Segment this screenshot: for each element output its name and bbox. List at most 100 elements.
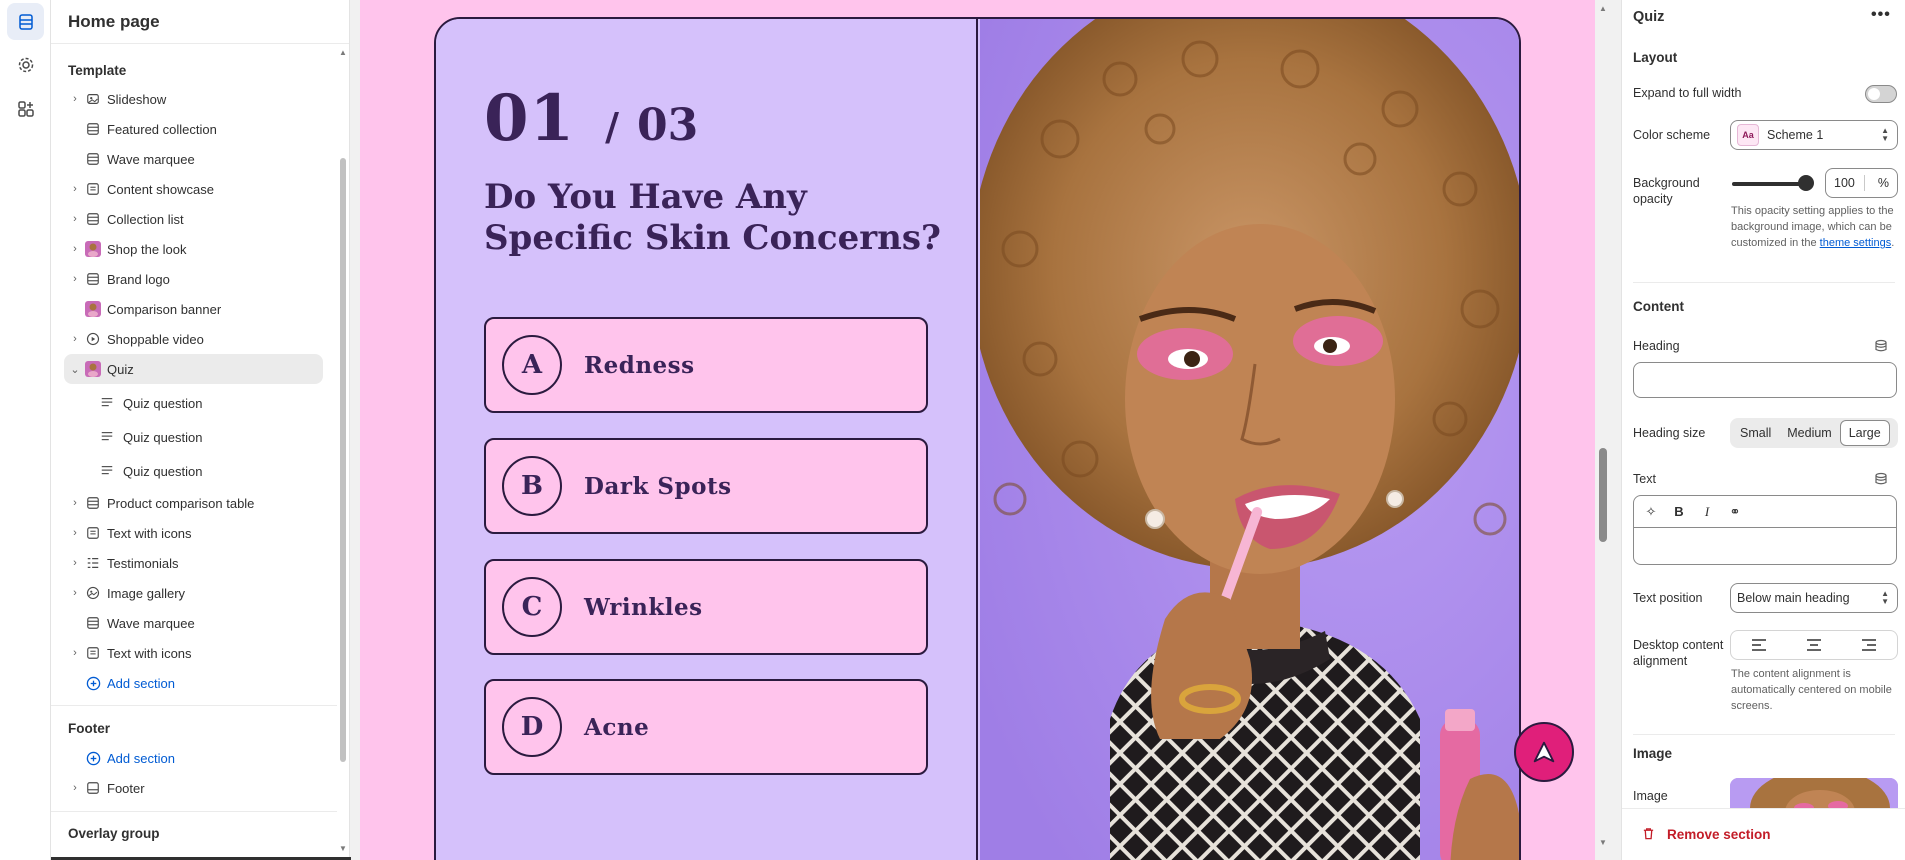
sidebar-item-product-comparison-table[interactable]: › Product comparison table <box>64 488 323 518</box>
expand-full-width-toggle[interactable] <box>1865 85 1897 103</box>
text-lines-icon <box>99 429 115 445</box>
sidebar-item-quiz-question[interactable]: Quiz question <box>81 456 323 486</box>
more-options-icon[interactable]: ••• <box>1871 6 1891 24</box>
sidebar-item-label: Testimonials <box>107 555 179 571</box>
color-scheme-select[interactable]: Aa Scheme 1 ▲ ▼ <box>1730 120 1898 150</box>
align-center-icon[interactable] <box>1786 631 1841 659</box>
section-settings-panel: Quiz ••• Layout Expand to full width Col… <box>1621 0 1905 860</box>
heading-size-large[interactable]: Large <box>1839 420 1890 446</box>
chevron-right-icon[interactable]: › <box>69 93 81 105</box>
sidebar-item-slideshow[interactable]: › Slideshow <box>64 84 323 114</box>
image-picker-thumbnail[interactable] <box>1730 778 1898 812</box>
chevron-right-icon[interactable]: › <box>69 527 81 539</box>
toggle-knob <box>1868 88 1880 100</box>
heading-size-label: Heading size <box>1633 426 1706 440</box>
sidebar-item-comparison-banner[interactable]: Comparison banner <box>64 294 323 324</box>
theme-settings-link[interactable]: theme settings <box>1820 237 1892 249</box>
dynamic-source-icon[interactable] <box>1874 339 1888 353</box>
play-icon <box>85 331 101 347</box>
chevron-right-icon[interactable]: › <box>69 333 81 345</box>
layout-icon <box>85 211 101 227</box>
sidebar-item-quiz[interactable]: ⌄ Quiz <box>64 354 323 384</box>
scroll-to-top-button[interactable] <box>1514 722 1574 782</box>
sidebar-item-brand-logo[interactable]: › Brand logo <box>64 264 323 294</box>
bg-opacity-value: 100 <box>1834 176 1855 190</box>
chevron-right-icon[interactable]: › <box>69 557 81 569</box>
chevron-right-icon[interactable]: › <box>69 273 81 285</box>
chevron-right-icon[interactable]: › <box>69 782 81 794</box>
footer-add-section-button[interactable]: Add section <box>64 743 323 773</box>
answer-option[interactable]: C Wrinkles <box>484 559 928 655</box>
sidebar-item-quiz-question[interactable]: Quiz question <box>81 388 323 418</box>
scroll-down-icon[interactable]: ▼ <box>339 844 347 853</box>
sidebar-item-testimonials[interactable]: › Testimonials <box>64 548 323 578</box>
preview-scroll-thumb[interactable] <box>1599 448 1607 542</box>
align-right-icon[interactable] <box>1842 631 1897 659</box>
sidebar-scroll-thumb[interactable] <box>340 158 346 762</box>
sidebar-item-footer[interactable]: › Footer <box>64 773 323 803</box>
color-scheme-label: Color scheme <box>1633 128 1711 142</box>
remove-section-label: Remove section <box>1667 827 1771 842</box>
sidebar-item-shop-the-look[interactable]: › Shop the look <box>64 234 323 264</box>
chevron-right-icon[interactable]: › <box>69 243 81 255</box>
sidebar-item-wave-marquee[interactable]: Wave marquee <box>64 608 323 638</box>
answer-option[interactable]: B Dark Spots <box>484 438 928 534</box>
select-arrows-icon: ▲ ▼ <box>1881 126 1889 143</box>
alignment-help: The content alignment is automatically c… <box>1731 668 1892 712</box>
heading-size-small[interactable]: Small <box>1732 420 1779 446</box>
bg-opacity-slider-handle[interactable] <box>1798 175 1814 191</box>
italic-icon[interactable]: I <box>1698 504 1716 520</box>
text-rich-editor[interactable]: ✧ B I ⚭ <box>1633 495 1897 565</box>
magic-icon[interactable]: ✧ <box>1642 504 1660 520</box>
add-section-button[interactable]: Add section <box>64 668 323 698</box>
answer-label: Acne <box>584 713 650 741</box>
sidebar-item-content-showcase[interactable]: › Content showcase <box>64 174 323 204</box>
footer-layout-icon <box>85 780 101 796</box>
bg-opacity-input[interactable]: 100 % <box>1825 168 1898 198</box>
sidebar-item-label: Featured collection <box>107 121 217 137</box>
sidebar-scrollbar[interactable]: ▲ ▼ <box>337 44 349 860</box>
scroll-up-icon[interactable]: ▲ <box>1599 4 1607 13</box>
heading-size-medium[interactable]: Medium <box>1779 420 1839 446</box>
sidebar-item-shoppable-video[interactable]: › Shoppable video <box>64 324 323 354</box>
sidebar-item-quiz-question[interactable]: Quiz question <box>81 422 323 452</box>
align-left-icon[interactable] <box>1731 631 1786 659</box>
sidebar-item-featured-collection[interactable]: Featured collection <box>64 114 323 144</box>
remove-section-button[interactable]: Remove section <box>1622 808 1905 860</box>
chevron-down-icon[interactable]: ⌄ <box>69 363 81 376</box>
link-icon[interactable]: ⚭ <box>1726 504 1744 520</box>
preview-scrollbar[interactable]: ▲ ▼ <box>1595 0 1611 860</box>
sidebar-item-text-with-icons[interactable]: › Text with icons <box>64 638 323 668</box>
chevron-right-icon[interactable]: › <box>69 497 81 509</box>
text-position-select[interactable]: Below main heading ▲ ▼ <box>1730 583 1898 613</box>
layout-icon <box>85 495 101 511</box>
answer-option[interactable]: A Redness <box>484 317 928 413</box>
answer-option[interactable]: D Acne <box>484 679 928 775</box>
divider <box>1633 734 1895 735</box>
scroll-up-icon[interactable]: ▲ <box>339 48 347 57</box>
bold-icon[interactable]: B <box>1670 504 1688 519</box>
list-icon <box>85 555 101 571</box>
apps-icon[interactable] <box>7 90 44 127</box>
settings-icon[interactable] <box>7 46 44 83</box>
footer-add-section-label: Add section <box>107 750 175 766</box>
gallery-icon <box>85 585 101 601</box>
chevron-right-icon[interactable]: › <box>69 183 81 195</box>
sidebar-item-text-with-icons[interactable]: › Text with icons <box>64 518 323 548</box>
bg-opacity-label: Background opacity <box>1633 176 1700 206</box>
content-alignment-group[interactable] <box>1730 630 1898 660</box>
chevron-right-icon[interactable]: › <box>69 647 81 659</box>
chevron-right-icon[interactable]: › <box>69 587 81 599</box>
field-separator <box>1864 175 1865 191</box>
sections-icon[interactable] <box>7 3 44 40</box>
select-arrows-icon: ▲ ▼ <box>1881 589 1889 606</box>
scroll-down-icon[interactable]: ▼ <box>1599 838 1607 847</box>
sidebar-item-collection-list[interactable]: › Collection list <box>64 204 323 234</box>
dynamic-source-icon[interactable] <box>1874 472 1888 486</box>
text-lines-icon <box>99 395 115 411</box>
heading-input[interactable] <box>1633 362 1897 398</box>
sidebar-item-image-gallery[interactable]: › Image gallery <box>64 578 323 608</box>
heading-size-segmented[interactable]: Small Medium Large <box>1730 418 1898 448</box>
sidebar-item-wave-marquee[interactable]: Wave marquee <box>64 144 323 174</box>
chevron-right-icon[interactable]: › <box>69 213 81 225</box>
